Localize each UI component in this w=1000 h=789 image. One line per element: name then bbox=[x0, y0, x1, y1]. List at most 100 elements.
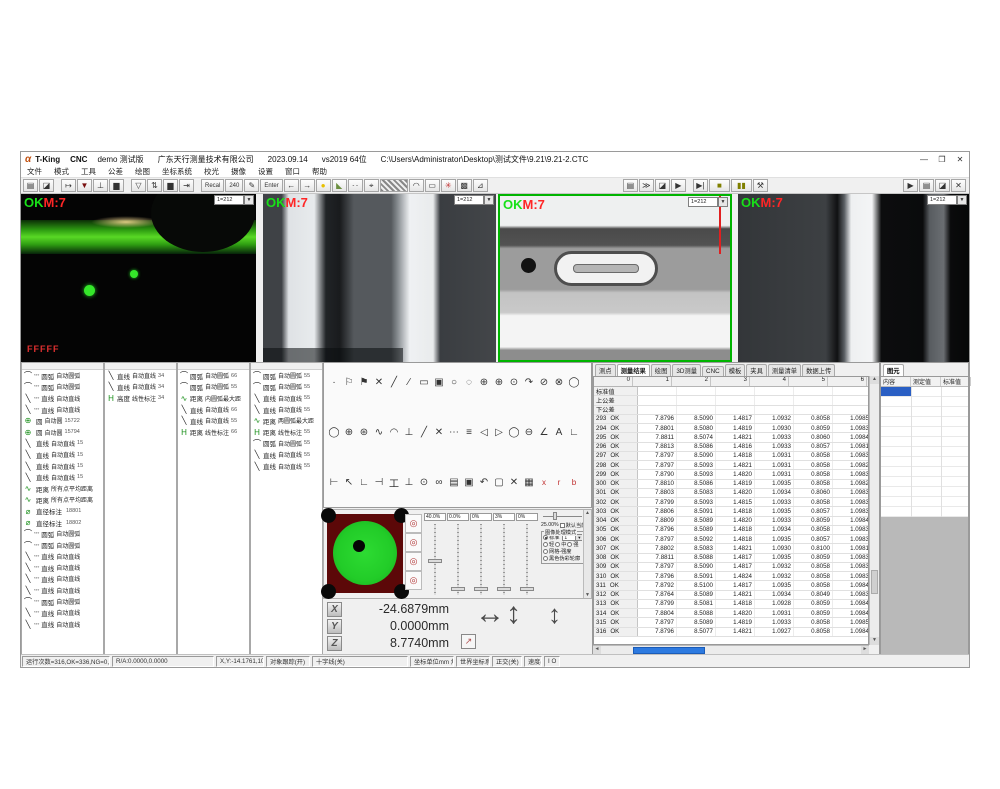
list-item[interactable]: ⊕ 圆 自动圆 15794 bbox=[22, 426, 103, 437]
dimension-tool-icon[interactable]: ∞ bbox=[432, 475, 446, 490]
measure-tool-icon[interactable]: · bbox=[327, 375, 341, 390]
brightness-slider[interactable] bbox=[541, 512, 584, 521]
list-item[interactable]: ╲ 直线 自动直线 55 bbox=[251, 460, 322, 471]
dimension-tool-icon[interactable]: r bbox=[552, 475, 566, 490]
construct-tool-icon[interactable]: ◁ bbox=[477, 425, 491, 440]
list-scrollbar[interactable] bbox=[178, 363, 249, 370]
selected-cell[interactable] bbox=[881, 387, 911, 396]
measure-tool-icon[interactable]: ✕ bbox=[372, 375, 386, 390]
measurement-tab[interactable]: 测点 bbox=[595, 364, 616, 376]
pause-button[interactable]: ▮▮ bbox=[731, 179, 752, 192]
list-item[interactable]: H 高度 线性标注 34 bbox=[105, 393, 176, 404]
table-row[interactable]: 307 OK 7.88028.50831.48211.09300.81001.0… bbox=[594, 544, 868, 553]
measure-tool-icon[interactable]: ▣ bbox=[432, 375, 446, 390]
light-slider[interactable]: 0.0% bbox=[447, 513, 469, 597]
maximize-button[interactable]: ❐ bbox=[933, 153, 951, 165]
menu-item[interactable]: 坐标系统 bbox=[156, 166, 198, 177]
list-item[interactable]: ╲ 直线 自动直线 15 bbox=[22, 460, 103, 471]
column-header[interactable]: 0 bbox=[594, 377, 633, 386]
camera-view-4[interactable]: OKM:7 1=212 ▼ bbox=[738, 194, 969, 362]
table-row[interactable]: 304 OK 7.88098.50891.48201.09330.80591.0… bbox=[594, 517, 868, 526]
light-ring-button[interactable]: ◎ bbox=[405, 571, 422, 590]
list-item[interactable]: ⌀ 直径标注 18801 bbox=[22, 506, 103, 517]
run-to-end-button[interactable]: ▶| bbox=[693, 179, 708, 192]
locate-button[interactable]: ⌖ bbox=[364, 179, 379, 192]
element-column-header[interactable]: 内容 bbox=[881, 377, 911, 386]
tools-button[interactable]: ⚒ bbox=[753, 179, 768, 192]
slider-thumb[interactable] bbox=[553, 512, 557, 520]
arc-trace-button[interactable]: ◠ bbox=[409, 179, 424, 192]
measure-tool-icon[interactable]: ↷ bbox=[522, 375, 536, 390]
chevron-down-icon[interactable]: ▼ bbox=[484, 195, 494, 205]
measure-tool-icon[interactable]: ⊙ bbox=[507, 375, 521, 390]
measurement-tab[interactable]: 3D测量 bbox=[672, 364, 701, 376]
light-ring-button[interactable]: ◎ bbox=[405, 552, 422, 571]
measurement-tab[interactable]: 夹具 bbox=[746, 364, 767, 376]
jog-z-arrows[interactable]: ↕ bbox=[548, 599, 561, 630]
probe-down-button[interactable]: ▽ bbox=[131, 179, 146, 192]
slider-thumb[interactable] bbox=[428, 559, 442, 563]
element-column-header[interactable]: 测定值 bbox=[911, 377, 941, 386]
table-row[interactable]: 310 OK 7.87968.50911.48241.09320.80581.0… bbox=[594, 572, 868, 581]
table-row[interactable]: 316 OK 7.87968.50771.48211.09270.80581.0… bbox=[594, 628, 868, 637]
list-item[interactable]: ╲ *** 直线 自动直线 bbox=[22, 551, 103, 562]
table-row[interactable]: 312 OK 7.87648.50891.48211.09340.80491.0… bbox=[594, 591, 868, 600]
minimize-button[interactable]: — bbox=[915, 153, 933, 165]
slider-track[interactable] bbox=[480, 524, 482, 595]
list-item[interactable]: ╲ 直线 自动直线 66 bbox=[178, 404, 249, 415]
construct-tool-icon[interactable]: ≡ bbox=[462, 425, 476, 440]
column-header[interactable]: 3 bbox=[711, 377, 750, 386]
list-item[interactable]: ∿ 距离 所有点平均距离 bbox=[22, 483, 103, 494]
construct-tool-icon[interactable]: ◠ bbox=[387, 425, 401, 440]
step-button[interactable]: ≫ bbox=[639, 179, 654, 192]
list-item[interactable]: ∿ 距离 所有点平均距离 bbox=[22, 494, 103, 505]
dimension-tool-icon[interactable]: ✕ bbox=[507, 475, 521, 490]
arrow-right-button[interactable]: → bbox=[300, 179, 315, 192]
contour-radio[interactable] bbox=[543, 556, 548, 561]
table-row[interactable]: 297 OK 7.87978.50901.48181.09310.80581.0… bbox=[594, 452, 868, 461]
table-row[interactable]: 上公差 bbox=[594, 396, 868, 405]
toolbar-spacer[interactable] bbox=[769, 179, 903, 192]
measure-tool-icon[interactable]: ╱ bbox=[387, 375, 401, 390]
dimension-tool-icon[interactable]: ⊢ bbox=[327, 475, 341, 490]
scrollbar-thumb[interactable] bbox=[633, 647, 705, 654]
save-program-button[interactable]: ▤ bbox=[623, 179, 638, 192]
column-header[interactable]: 2 bbox=[672, 377, 711, 386]
construct-tool-icon[interactable]: ◯ bbox=[507, 425, 521, 440]
mid-radio[interactable] bbox=[555, 542, 560, 547]
construct-tool-icon[interactable]: ◯ bbox=[327, 425, 341, 440]
menu-item[interactable]: 校光 bbox=[198, 166, 225, 177]
slider-track[interactable] bbox=[503, 524, 505, 595]
shield-button[interactable]: ▼ bbox=[77, 179, 92, 192]
construct-tool-icon[interactable]: ⋯ bbox=[447, 425, 461, 440]
star-button[interactable]: ✳ bbox=[441, 179, 456, 192]
list-item[interactable]: ⌒ *** 圆弧 自动圆弧 bbox=[22, 539, 103, 550]
checker-button[interactable] bbox=[380, 179, 408, 192]
list-item[interactable]: ╲ 直线 自动直线 55 bbox=[251, 449, 322, 460]
light-ring-button[interactable]: ◎ bbox=[405, 514, 422, 533]
stop-button[interactable]: ■ bbox=[709, 179, 730, 192]
save-result-button[interactable]: ▤ bbox=[919, 179, 934, 192]
strong-radio[interactable] bbox=[567, 542, 572, 547]
light-slider[interactable]: 0% bbox=[470, 513, 492, 597]
list-item[interactable]: H 距离 线性标注 66 bbox=[178, 426, 249, 437]
profile-button[interactable]: ◣ bbox=[332, 179, 347, 192]
list-item[interactable]: ╲ *** 直线 自动直线 bbox=[22, 573, 103, 584]
measure-tool-icon[interactable]: ⊕ bbox=[492, 375, 506, 390]
dimension-tool-icon[interactable]: ▤ bbox=[447, 475, 461, 490]
export-button[interactable]: ◪ bbox=[935, 179, 950, 192]
measure-tool-icon[interactable]: ▭ bbox=[417, 375, 431, 390]
list-item[interactable]: ╲ *** 直线 自动直线 bbox=[22, 585, 103, 596]
list-item[interactable]: ╲ 直线 自动直线 55 bbox=[251, 404, 322, 415]
list-item[interactable]: ⌒ 圆弧 自动圆弧 55 bbox=[251, 381, 322, 392]
open-folder-button[interactable]: ◪ bbox=[39, 179, 54, 192]
open-program-button[interactable]: ◪ bbox=[655, 179, 670, 192]
dimension-tool-icon[interactable]: x bbox=[537, 475, 551, 490]
dimension-tool-icon[interactable]: b bbox=[567, 475, 581, 490]
measurement-tab[interactable]: 模板 bbox=[725, 364, 746, 376]
construct-tool-icon[interactable]: ∿ bbox=[372, 425, 386, 440]
menu-item[interactable]: 公差 bbox=[102, 166, 129, 177]
halftone-button[interactable]: ▩ bbox=[457, 179, 472, 192]
scroll-down-icon[interactable]: ▼ bbox=[870, 637, 879, 645]
chevron-down-icon[interactable]: ▼ bbox=[244, 195, 254, 205]
